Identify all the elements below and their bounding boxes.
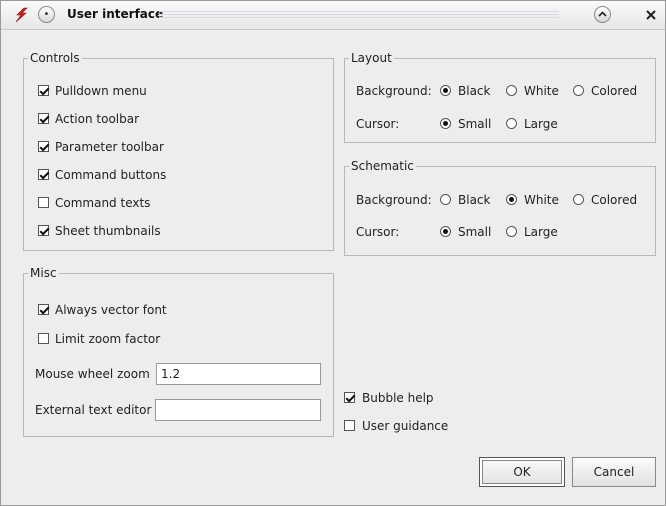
- checkbox-box[interactable]: [38, 113, 49, 124]
- checkbox-label: Limit zoom factor: [55, 332, 161, 346]
- checkbox-box[interactable]: [344, 420, 355, 431]
- radio-button[interactable]: [440, 194, 451, 205]
- checkbox-box[interactable]: [344, 392, 355, 403]
- app-logo-icon: [13, 7, 29, 26]
- radio-button[interactable]: [440, 118, 451, 129]
- radio-button[interactable]: [573, 194, 584, 205]
- misc-group-title: Misc: [28, 266, 59, 280]
- radio-button[interactable]: [440, 85, 451, 96]
- checkbox-label: Command buttons: [55, 168, 167, 182]
- shade-icon[interactable]: [594, 6, 611, 23]
- layout-group: Layout Background: Black White Colored C…: [344, 51, 656, 143]
- checkbox-box[interactable]: [38, 197, 49, 208]
- schematic-group: Schematic Background: Black White Colore…: [344, 159, 656, 256]
- checkbox-box[interactable]: [38, 225, 49, 236]
- title-bar-decoration: [159, 11, 559, 20]
- checkbox-label: Sheet thumbnails: [55, 224, 161, 238]
- radio-button[interactable]: [506, 85, 517, 96]
- radio-button[interactable]: [573, 85, 584, 96]
- checkbox-box[interactable]: [38, 304, 49, 315]
- radio-button[interactable]: [506, 194, 517, 205]
- radio-label: White: [524, 84, 559, 98]
- close-icon[interactable]: [645, 9, 657, 24]
- radio-label: Colored: [591, 193, 638, 207]
- external-text-editor-label: External text editor: [35, 403, 152, 417]
- schematic-cursor-label: Cursor:: [356, 225, 400, 239]
- controls-group-title: Controls: [28, 51, 82, 65]
- controls-group: Controls Pulldown menu Action toolbar Pa…: [23, 51, 334, 251]
- cancel-button[interactable]: Cancel: [572, 457, 656, 487]
- radio-label: Small: [458, 225, 492, 239]
- checkbox-label: Bubble help: [362, 391, 434, 405]
- checkbox-box[interactable]: [38, 169, 49, 180]
- checkbox-box[interactable]: [38, 85, 49, 96]
- checkbox-box[interactable]: [38, 141, 49, 152]
- radio-label: Large: [524, 117, 558, 131]
- radio-button[interactable]: [440, 226, 451, 237]
- layout-background-label: Background:: [356, 84, 432, 98]
- title-bar[interactable]: • User interface: [1, 1, 665, 30]
- radio-label: Colored: [591, 84, 638, 98]
- radio-label: Black: [458, 84, 491, 98]
- checkbox-label: Pulldown menu: [55, 84, 147, 98]
- checkbox-label: User guidance: [362, 419, 449, 433]
- radio-label: White: [524, 193, 559, 207]
- layout-cursor-label: Cursor:: [356, 117, 400, 131]
- checkbox-box[interactable]: [38, 333, 49, 344]
- mouse-wheel-zoom-input[interactable]: 1.2: [156, 363, 321, 385]
- checkbox-label: Parameter toolbar: [55, 140, 164, 154]
- schematic-group-title: Schematic: [349, 159, 416, 173]
- radio-label: Black: [458, 193, 491, 207]
- radio-label: Large: [524, 225, 558, 239]
- ok-button[interactable]: OK: [479, 457, 565, 487]
- mouse-wheel-zoom-label: Mouse wheel zoom: [35, 367, 150, 381]
- external-text-editor-input[interactable]: [155, 399, 321, 421]
- checkbox-label: Action toolbar: [55, 112, 140, 126]
- window-title: User interface: [67, 7, 164, 21]
- schematic-background-label: Background:: [356, 193, 432, 207]
- window-menu-icon[interactable]: •: [38, 6, 55, 23]
- radio-label: Small: [458, 117, 492, 131]
- radio-button[interactable]: [506, 226, 517, 237]
- layout-group-title: Layout: [349, 51, 394, 65]
- checkbox-label: Command texts: [55, 196, 151, 210]
- user-interface-dialog: • User interface Controls Pulldown menu …: [0, 0, 666, 506]
- checkbox-label: Always vector font: [55, 303, 167, 317]
- radio-button[interactable]: [506, 118, 517, 129]
- misc-group: Misc Always vector font Limit zoom facto…: [23, 266, 334, 437]
